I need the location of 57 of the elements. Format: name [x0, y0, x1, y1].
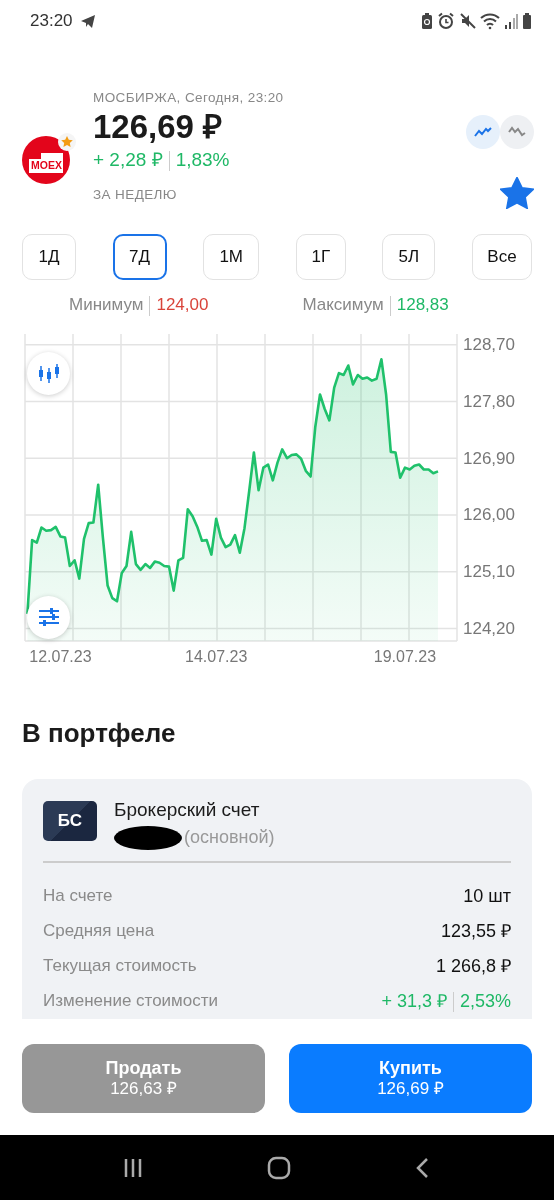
- mute-icon: [459, 12, 476, 30]
- y-axis-label: 128,70: [463, 334, 515, 354]
- signal-icon: [504, 12, 518, 30]
- account-badge: БС: [43, 800, 97, 841]
- min-label: Минимум: [69, 295, 144, 314]
- star-badge-icon: [58, 133, 76, 152]
- min-value: 124,00: [156, 295, 209, 314]
- row-label: Средняя цена: [43, 920, 155, 943]
- value-change: + 31,3 ₽: [381, 990, 447, 1011]
- row-label: Изменение стоимости: [43, 990, 219, 1013]
- row-label: Текущая стоимость: [43, 955, 197, 978]
- row-value: 123,55 ₽: [440, 919, 511, 943]
- home-icon[interactable]: [266, 1154, 292, 1181]
- row-label: На счете: [43, 885, 113, 908]
- max-value: 128,83: [396, 295, 449, 314]
- candlestick-icon: [36, 363, 61, 383]
- period-label: ЗА НЕДЕЛЮ: [93, 185, 178, 204]
- alarm-icon: [437, 12, 455, 30]
- y-axis-label: 126,90: [463, 448, 515, 468]
- logo-text: MOEX: [31, 159, 62, 170]
- trend-down-icon: [508, 126, 526, 138]
- buy-button[interactable]: Купить 126,69 ₽: [289, 1044, 532, 1113]
- y-axis-label: 127,80: [463, 391, 515, 411]
- percent-change-label: 1,83%: [175, 149, 230, 171]
- y-axis-label: 125,10: [463, 561, 515, 581]
- price-change-label: + 2,28 ₽: [93, 149, 163, 171]
- battery-icon: [522, 12, 532, 30]
- trend-chart-toggle[interactable]: [500, 115, 534, 149]
- candlestick-button[interactable]: [27, 351, 70, 395]
- section-heading: В портфеле: [21, 716, 177, 750]
- period-tab[interactable]: 5Л: [382, 234, 436, 280]
- period-tab[interactable]: 1Д: [22, 234, 76, 280]
- percent-change: 2,53%: [459, 990, 511, 1011]
- row-value: 1 266,8 ₽: [435, 954, 511, 978]
- moex-logo: [22, 135, 70, 184]
- x-axis-label: 12.07.23: [29, 647, 92, 665]
- period-tab[interactable]: 1Г: [295, 234, 346, 280]
- y-axis-label: 126,00: [463, 504, 515, 524]
- account-type: (основной): [184, 826, 275, 849]
- max-label: Максимум: [302, 295, 384, 314]
- period-tab[interactable]: Все: [471, 234, 532, 280]
- sliders-icon: [36, 607, 61, 627]
- status-time: 23:20: [30, 10, 73, 33]
- account-name: Брокерский счет: [114, 797, 261, 822]
- battery-saver-icon: [421, 12, 433, 30]
- row-value: 10 шт: [463, 884, 511, 908]
- y-axis-label: 124,20: [463, 618, 515, 638]
- wifi-icon: [480, 12, 500, 30]
- price-label: 126,69 ₽: [93, 108, 224, 147]
- exchange-label: МОСБИРЖА, Сегодня, 23:20: [93, 89, 285, 107]
- period-tab[interactable]: 1М: [203, 234, 260, 280]
- favorite-star-icon[interactable]: [500, 177, 534, 209]
- period-tab[interactable]: 7Д: [112, 234, 167, 280]
- trend-up-icon: [474, 126, 492, 138]
- x-axis-label: 19.07.23: [373, 647, 437, 665]
- x-axis-label: 14.07.23: [185, 647, 248, 665]
- line-chart-toggle[interactable]: [466, 115, 500, 149]
